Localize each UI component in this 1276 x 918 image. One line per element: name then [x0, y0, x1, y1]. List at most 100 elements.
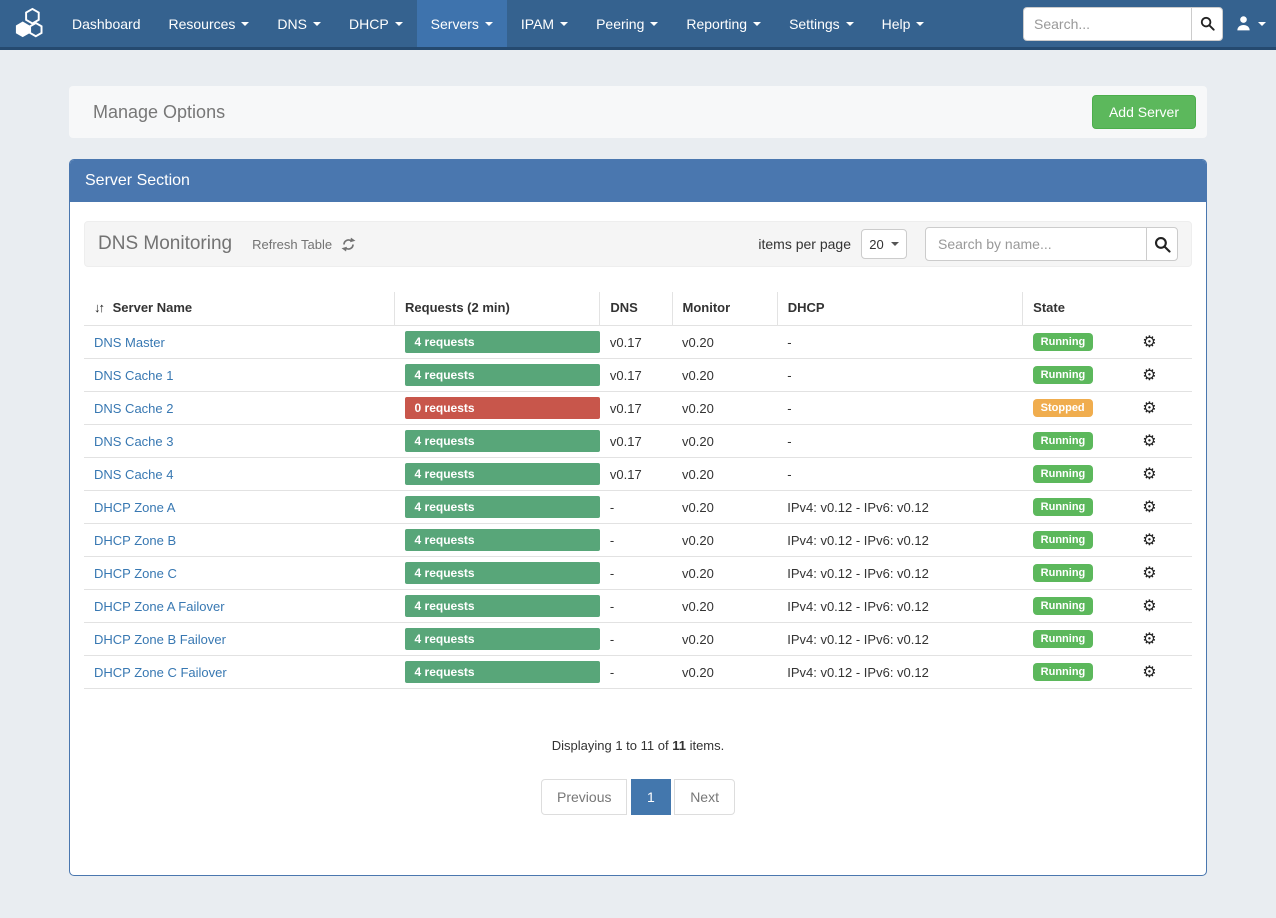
nav-menu: Dashboard Resources DNS DHCP Servers IPA…	[58, 0, 938, 47]
chevron-down-icon	[916, 22, 924, 26]
settings-gear-icon[interactable]: ⚙	[1142, 664, 1156, 681]
dhcp-version-cell: IPv4: v0.12 - IPv6: v0.12	[777, 656, 1022, 689]
monitor-version-cell: v0.20	[672, 458, 777, 491]
nav-item-resources[interactable]: Resources	[155, 0, 264, 47]
nav-item-help[interactable]: Help	[868, 0, 939, 47]
pagination-previous-button[interactable]: Previous	[541, 779, 627, 815]
nav-item-ipam[interactable]: IPAM	[507, 0, 582, 47]
monitor-version-cell: v0.20	[672, 557, 777, 590]
server-name-link[interactable]: DNS Cache 2	[94, 401, 173, 416]
brand-logo[interactable]	[0, 0, 58, 47]
settings-gear-icon[interactable]: ⚙	[1142, 631, 1156, 648]
dns-version-cell: v0.17	[600, 392, 672, 425]
settings-gear-icon[interactable]: ⚙	[1142, 565, 1156, 582]
chevron-down-icon	[891, 242, 899, 246]
state-badge: Running	[1033, 531, 1094, 549]
add-server-button[interactable]: Add Server	[1092, 95, 1196, 129]
nav-item-label: DHCP	[349, 16, 389, 32]
refresh-table-button[interactable]: Refresh Table	[252, 237, 356, 252]
dhcp-version-cell: IPv4: v0.12 - IPv6: v0.12	[777, 557, 1022, 590]
settings-gear-icon[interactable]: ⚙	[1142, 334, 1156, 351]
manage-options-panel: Manage Options Add Server	[69, 86, 1207, 138]
settings-gear-icon[interactable]: ⚙	[1142, 532, 1156, 549]
nav-item-peering[interactable]: Peering	[582, 0, 672, 47]
server-name-link[interactable]: DHCP Zone C Failover	[94, 665, 227, 680]
navbar-search-button[interactable]	[1191, 7, 1223, 41]
dns-version-cell: -	[600, 623, 672, 656]
dhcp-version-cell: IPv4: v0.12 - IPv6: v0.12	[777, 524, 1022, 557]
dns-monitoring-table: ↓↑ Server Name Requests (2 min) DNS Moni…	[84, 292, 1192, 689]
nav-item-reporting[interactable]: Reporting	[672, 0, 775, 47]
settings-gear-icon[interactable]: ⚙	[1142, 400, 1156, 417]
results-summary: Displaying 1 to 11 of 11 items.	[84, 738, 1192, 753]
search-icon	[1200, 16, 1215, 31]
user-menu[interactable]	[1235, 15, 1266, 32]
server-name-link[interactable]: DHCP Zone A Failover	[94, 599, 225, 614]
server-name-link[interactable]: DHCP Zone A	[94, 500, 175, 515]
navbar-right	[1023, 0, 1276, 47]
table-row: DHCP Zone A 4 requests - v0.20 IPv4: v0.…	[84, 491, 1192, 524]
monitor-version-cell: v0.20	[672, 590, 777, 623]
nav-item-settings[interactable]: Settings	[775, 0, 868, 47]
requests-bar: 4 requests	[405, 529, 600, 551]
server-name-link[interactable]: DNS Master	[94, 335, 165, 350]
dns-version-cell: -	[600, 656, 672, 689]
column-header-server-name[interactable]: ↓↑ Server Name	[84, 292, 395, 326]
nav-item-dashboard[interactable]: Dashboard	[58, 0, 155, 47]
dhcp-version-cell: IPv4: v0.12 - IPv6: v0.12	[777, 623, 1022, 656]
chevron-down-icon	[560, 22, 568, 26]
settings-gear-icon[interactable]: ⚙	[1142, 598, 1156, 615]
pagination: Previous 1 Next	[541, 779, 735, 815]
monitor-version-cell: v0.20	[672, 392, 777, 425]
nav-item-dhcp[interactable]: DHCP	[335, 0, 417, 47]
navbar-search-input[interactable]	[1023, 7, 1191, 41]
table-row: DNS Cache 4 4 requests v0.17 v0.20 - Run…	[84, 458, 1192, 491]
state-badge: Stopped	[1033, 399, 1093, 417]
table-search-button[interactable]	[1146, 227, 1178, 261]
server-name-link[interactable]: DHCP Zone C	[94, 566, 177, 581]
monitor-version-cell: v0.20	[672, 491, 777, 524]
table-row: DHCP Zone C 4 requests - v0.20 IPv4: v0.…	[84, 557, 1192, 590]
column-header-state: State	[1023, 292, 1107, 326]
items-per-page-select[interactable]: 20	[861, 229, 907, 259]
settings-gear-icon[interactable]: ⚙	[1142, 367, 1156, 384]
nav-item-dns[interactable]: DNS	[263, 0, 335, 47]
server-name-link[interactable]: DHCP Zone B	[94, 533, 176, 548]
state-badge: Running	[1033, 432, 1094, 450]
server-name-link[interactable]: DHCP Zone B Failover	[94, 632, 226, 647]
requests-bar: 4 requests	[405, 661, 600, 683]
settings-gear-icon[interactable]: ⚙	[1142, 499, 1156, 516]
settings-gear-icon[interactable]: ⚙	[1142, 466, 1156, 483]
column-header-dns: DNS	[600, 292, 672, 326]
pagination-page-1-button[interactable]: 1	[631, 779, 671, 815]
column-header-requests: Requests (2 min)	[395, 292, 600, 326]
dhcp-version-cell: -	[777, 458, 1022, 491]
dhcp-version-cell: -	[777, 326, 1022, 359]
settings-gear-icon[interactable]: ⚙	[1142, 433, 1156, 450]
navbar-search	[1023, 7, 1223, 41]
monitor-version-cell: v0.20	[672, 425, 777, 458]
table-search	[925, 227, 1178, 261]
chevron-down-icon	[650, 22, 658, 26]
hexagon-cluster-icon	[13, 7, 46, 40]
nav-item-servers[interactable]: Servers	[417, 0, 507, 47]
nav-item-label: Servers	[431, 16, 479, 32]
column-header-actions	[1107, 292, 1192, 326]
nav-item-label: DNS	[277, 16, 307, 32]
dhcp-version-cell: IPv4: v0.12 - IPv6: v0.12	[777, 590, 1022, 623]
dhcp-version-cell: IPv4: v0.12 - IPv6: v0.12	[777, 491, 1022, 524]
requests-bar: 4 requests	[405, 331, 600, 353]
monitor-version-cell: v0.20	[672, 524, 777, 557]
server-name-link[interactable]: DNS Cache 3	[94, 434, 173, 449]
state-badge: Running	[1033, 366, 1094, 384]
pagination-next-button[interactable]: Next	[674, 779, 735, 815]
server-name-link[interactable]: DNS Cache 1	[94, 368, 173, 383]
table-row: DHCP Zone C Failover 4 requests - v0.20 …	[84, 656, 1192, 689]
items-per-page-value: 20	[869, 237, 883, 252]
table-row: DHCP Zone B 4 requests - v0.20 IPv4: v0.…	[84, 524, 1192, 557]
server-name-link[interactable]: DNS Cache 4	[94, 467, 173, 482]
monitor-version-cell: v0.20	[672, 656, 777, 689]
table-header-row: ↓↑ Server Name Requests (2 min) DNS Moni…	[84, 292, 1192, 326]
chevron-down-icon	[313, 22, 321, 26]
table-search-input[interactable]	[925, 227, 1147, 261]
